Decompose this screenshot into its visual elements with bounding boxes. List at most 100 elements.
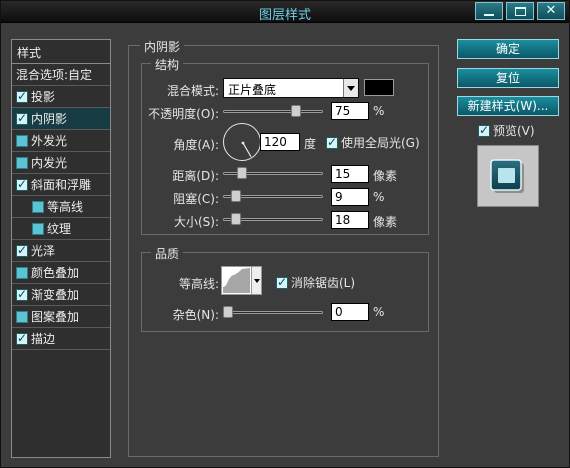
distance-label: 距离(D):: [172, 169, 219, 183]
style-list-item-label: 内阴影: [31, 112, 68, 126]
noise-unit: %: [373, 305, 385, 319]
opacity-slider[interactable]: [223, 104, 323, 118]
contour-dropdown-arrow[interactable]: [251, 266, 262, 295]
style-checkbox-icon[interactable]: [16, 134, 28, 147]
style-list-item[interactable]: 内阴影: [12, 108, 110, 130]
style-checkbox-icon[interactable]: [16, 287, 28, 301]
global-light-label: 使用全局光(G): [341, 136, 420, 150]
angle-dial[interactable]: [223, 123, 261, 161]
noise-label: 杂色(N):: [172, 308, 219, 322]
style-preview-graphic: [490, 159, 524, 193]
distance-slider-thumb[interactable]: [237, 167, 247, 179]
style-list-item[interactable]: 渐变叠加: [12, 284, 110, 306]
choke-unit: %: [373, 190, 385, 204]
style-list-item[interactable]: 光泽: [12, 240, 110, 262]
style-preview-thumbnail: [477, 145, 539, 207]
opacity-label: 不透明度(O):: [148, 107, 219, 121]
preview-checkbox[interactable]: 预览(V): [478, 122, 535, 139]
style-list-item-label: 内发光: [31, 156, 68, 170]
quality-title: 品质: [151, 245, 184, 262]
blend-mode-select[interactable]: 正片叠底: [223, 78, 359, 98]
blend-mode-value: 正片叠底: [228, 83, 277, 97]
style-list-item[interactable]: 图案叠加: [12, 306, 110, 328]
style-list-item[interactable]: 颜色叠加: [12, 262, 110, 284]
minimize-icon: [484, 14, 494, 16]
blend-mode-label: 混合模式:: [166, 84, 219, 98]
maximize-icon: [515, 7, 526, 16]
style-list-item[interactable]: 外发光: [12, 130, 110, 152]
style-checkbox-icon[interactable]: [16, 156, 28, 169]
style-checkbox-icon[interactable]: [32, 222, 44, 235]
global-light-checkbox[interactable]: 使用全局光(G): [326, 134, 420, 151]
style-list-item-label: 描边: [31, 332, 56, 346]
style-list-item[interactable]: 斜面和浮雕: [12, 174, 110, 196]
style-list-item[interactable]: 等高线: [12, 196, 110, 218]
opacity-slider-thumb[interactable]: [290, 105, 301, 117]
noise-slider-thumb[interactable]: [223, 306, 233, 318]
style-checkbox-icon[interactable]: [16, 89, 28, 103]
close-icon: ✕: [545, 3, 557, 18]
style-checkbox-icon[interactable]: [16, 266, 28, 279]
style-list-item-label: 等高线: [47, 200, 84, 214]
distance-slider[interactable]: [223, 166, 323, 180]
angle-dial-needle: [241, 141, 252, 158]
distance-input[interactable]: 15: [331, 165, 369, 183]
style-checkbox-icon[interactable]: [16, 177, 28, 191]
size-input[interactable]: 18: [331, 211, 369, 229]
choke-slider-thumb[interactable]: [231, 190, 241, 202]
ok-button[interactable]: 确定: [457, 39, 559, 59]
style-list-item[interactable]: 投影: [12, 86, 110, 108]
structure-title: 结构: [151, 56, 184, 73]
size-slider-thumb[interactable]: [231, 213, 241, 225]
choke-input[interactable]: 9: [331, 188, 369, 206]
contour-curve-icon: [223, 268, 250, 293]
style-list-item-label: 外发光: [31, 134, 68, 148]
style-list-item-label: 颜色叠加: [31, 266, 80, 280]
size-unit: 像素: [373, 215, 398, 229]
opacity-unit: %: [373, 104, 385, 118]
style-list-header[interactable]: 样式: [12, 40, 110, 64]
inner-shadow-title: 内阴影: [140, 38, 185, 55]
reset-button[interactable]: 复位: [457, 68, 559, 88]
title-bar[interactable]: 图层样式 ✕: [1, 1, 569, 23]
style-checkbox-icon[interactable]: [32, 200, 44, 213]
antialias-label: 消除锯齿(L): [291, 276, 356, 290]
style-checkbox-icon[interactable]: [16, 310, 28, 323]
distance-unit: 像素: [373, 169, 398, 183]
noise-slider-track: [223, 311, 323, 314]
contour-preview[interactable]: [221, 266, 252, 295]
style-list-item-label: 光泽: [31, 244, 56, 258]
chevron-down-icon: [343, 79, 358, 97]
angle-unit: 度: [304, 137, 317, 151]
shadow-color-swatch[interactable]: [364, 79, 394, 96]
new-style-button[interactable]: 新建样式(W)...: [457, 96, 559, 116]
angle-label: 角度(A):: [173, 138, 219, 152]
style-list-item[interactable]: 描边: [12, 328, 110, 350]
maximize-button[interactable]: [506, 2, 534, 20]
style-list-item-label: 渐变叠加: [31, 288, 80, 302]
angle-input[interactable]: 120: [260, 133, 300, 151]
opacity-input[interactable]: 75: [331, 102, 369, 120]
style-list-item-label: 混合选项:自定: [16, 68, 93, 82]
contour-label: 等高线:: [178, 277, 219, 291]
size-slider[interactable]: [223, 212, 323, 226]
style-list-item-label: 投影: [31, 90, 56, 104]
style-list-item-label: 斜面和浮雕: [31, 178, 92, 192]
style-list-item[interactable]: 混合选项:自定: [12, 64, 110, 86]
style-list-item[interactable]: 纹理: [12, 218, 110, 240]
antialias-checkbox[interactable]: 消除锯齿(L): [276, 274, 355, 291]
preview-check-icon: [478, 123, 490, 137]
close-button[interactable]: ✕: [537, 2, 565, 20]
layer-style-dialog: 图层样式 ✕ 样式 混合选项:自定投影内阴影外发光内发光斜面和浮雕等高线纹理光泽…: [0, 0, 570, 468]
style-list: 样式 混合选项:自定投影内阴影外发光内发光斜面和浮雕等高线纹理光泽颜色叠加渐变叠…: [11, 39, 111, 458]
style-checkbox-icon[interactable]: [16, 331, 28, 345]
noise-input[interactable]: 0: [331, 303, 369, 321]
style-list-item[interactable]: 内发光: [12, 152, 110, 174]
minimize-button[interactable]: [475, 2, 503, 20]
global-light-check-icon: [326, 135, 338, 149]
style-checkbox-icon[interactable]: [16, 111, 28, 125]
opacity-slider-track: [223, 110, 323, 113]
style-checkbox-icon[interactable]: [16, 243, 28, 257]
noise-slider[interactable]: [223, 305, 323, 319]
choke-slider[interactable]: [223, 189, 323, 203]
